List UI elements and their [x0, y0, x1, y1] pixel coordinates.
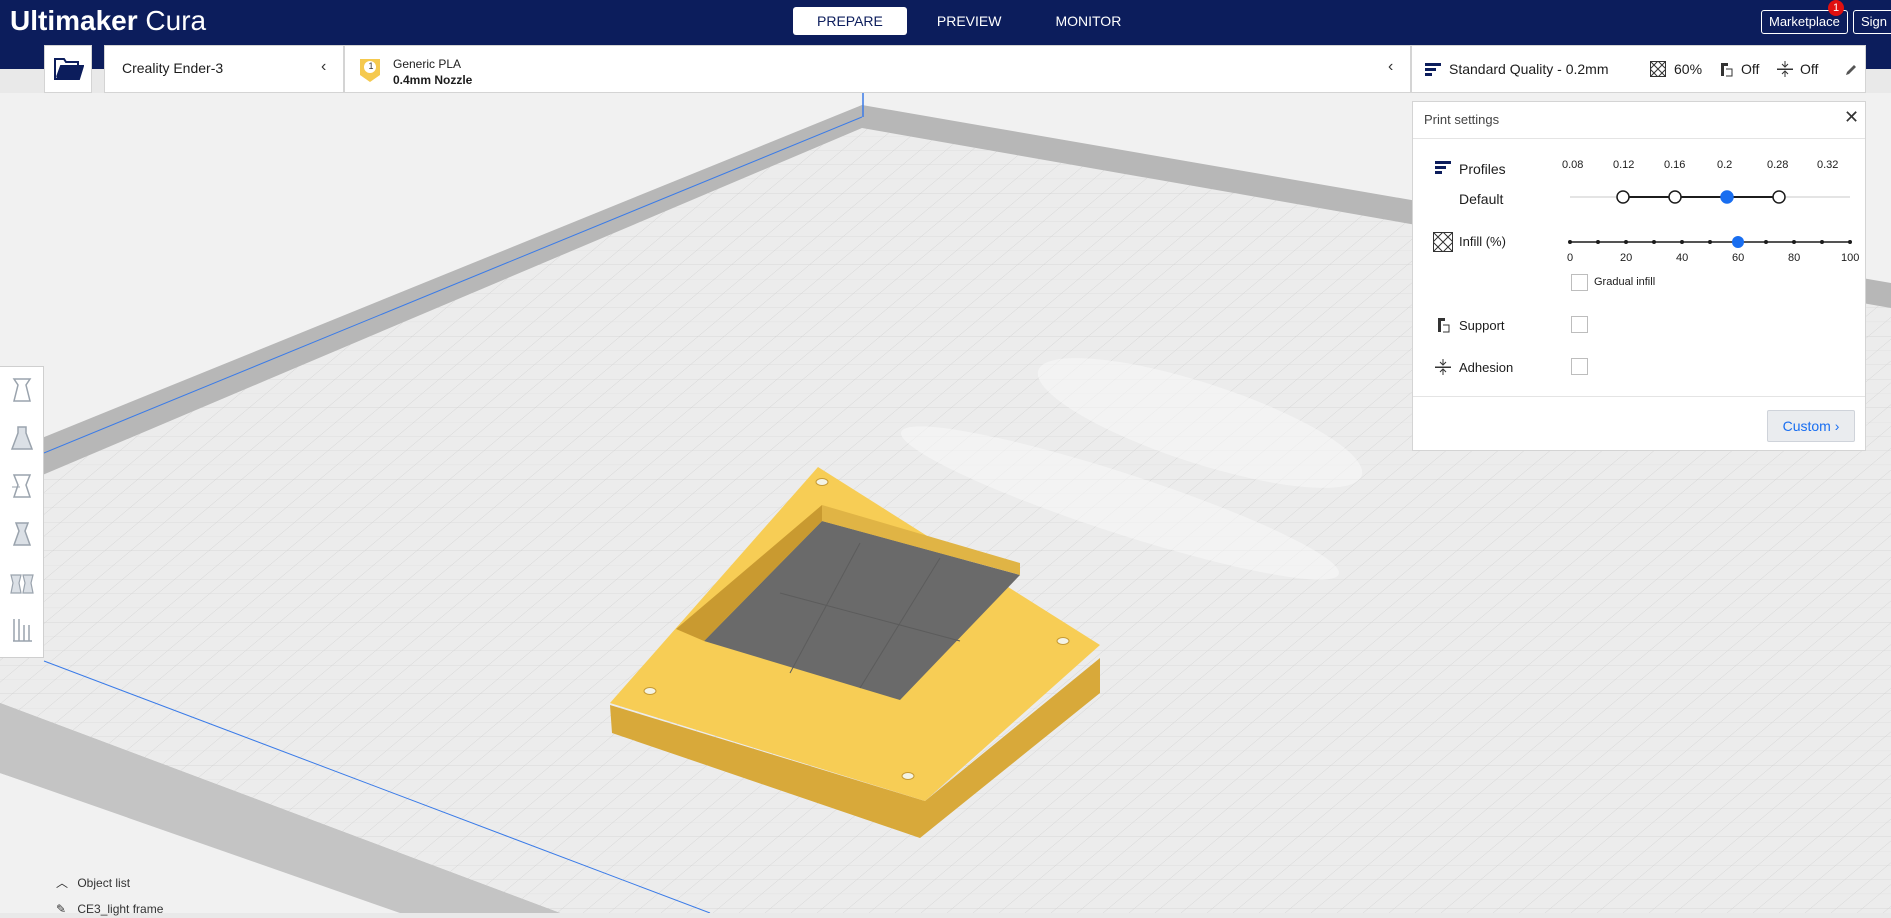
layer-height-label: 0.08 — [1562, 159, 1584, 171]
infill-tick-label: 0 — [1567, 252, 1574, 264]
quality-summary: Standard Quality - 0.2mm — [1449, 61, 1609, 77]
print-settings-title: Print settings — [1424, 112, 1500, 127]
support-label: Support — [1459, 318, 1505, 333]
profiles-label: Profiles — [1459, 161, 1506, 177]
layer-height-label: 0.12 — [1613, 159, 1635, 171]
object-list-toggle[interactable]: ︿ Object list — [56, 874, 130, 891]
close-icon[interactable]: ✕ — [1844, 107, 1859, 128]
infill-slider-handle[interactable] — [1732, 236, 1744, 248]
layer-height-handle[interactable] — [1668, 190, 1682, 204]
adhesion-icon — [1777, 61, 1793, 77]
printer-name: Creality Ender-3 — [122, 60, 224, 76]
profiles-icon — [1435, 161, 1451, 174]
infill-tick — [1848, 240, 1852, 244]
object-list-file[interactable]: ✎ CE3_light frame — [56, 902, 163, 916]
infill-tick-label: 60 — [1732, 252, 1745, 264]
move-icon — [12, 378, 32, 402]
infill-tick-label: 80 — [1788, 252, 1801, 264]
brand-suffix: Cura — [137, 5, 207, 36]
object-file-name: CE3_light frame — [77, 902, 164, 916]
nozzle-size: 0.4mm Nozzle — [393, 73, 473, 87]
infill-tick — [1820, 240, 1824, 244]
tab-preview[interactable]: PREVIEW — [913, 7, 1026, 35]
support-icon — [1721, 63, 1733, 77]
pencil-icon[interactable] — [1844, 63, 1858, 77]
scale-tool-button[interactable] — [7, 423, 37, 453]
infill-icon — [1650, 61, 1666, 77]
print-settings-header: Print settings ✕ — [1413, 102, 1865, 139]
tools-toolbar — [0, 366, 44, 658]
material-name: Generic PLA — [393, 57, 462, 71]
top-bar: Ultimaker Cura PREPARE PREVIEW MONITOR M… — [0, 0, 1891, 45]
folder-icon — [54, 58, 84, 80]
chevron-right-icon: › — [1834, 418, 1840, 434]
material-selector[interactable]: 1 Generic PLA 0.4mm Nozzle ‹ — [344, 45, 1411, 93]
move-tool-button[interactable] — [7, 375, 37, 405]
marketplace-badge: 1 — [1828, 0, 1844, 16]
custom-settings-button[interactable]: Custom › — [1767, 410, 1855, 442]
infill-tick — [1680, 240, 1684, 244]
tab-prepare[interactable]: PREPARE — [793, 7, 907, 35]
infill-tick — [1596, 240, 1600, 244]
pencil-icon: ✎ — [56, 902, 67, 916]
layer-height-slider[interactable] — [1565, 187, 1855, 207]
profile-name: Default — [1459, 191, 1504, 207]
quality-icon — [1425, 63, 1441, 76]
adhesion-checkbox[interactable] — [1571, 358, 1588, 375]
infill-tick-label: 40 — [1676, 252, 1689, 264]
layer-height-handle-selected[interactable] — [1720, 190, 1734, 204]
chevron-left-icon: ‹ — [1388, 58, 1394, 75]
adhesion-icon — [1435, 359, 1451, 375]
extruder-number: 1 — [368, 61, 374, 71]
app-logo: Ultimaker Cura — [10, 4, 206, 38]
support-summary: Off — [1741, 61, 1760, 77]
per-model-settings-button[interactable] — [7, 567, 37, 597]
infill-tick — [1652, 240, 1656, 244]
infill-tick — [1792, 240, 1796, 244]
chevron-left-icon: ‹ — [321, 58, 327, 75]
brand-name: Ultimaker — [10, 5, 138, 36]
gradual-infill-label: Gradual infill — [1594, 276, 1656, 288]
open-file-button[interactable] — [44, 45, 92, 93]
printer-selector[interactable]: Creality Ender-3 ‹ — [104, 45, 344, 93]
infill-summary: 60% — [1674, 61, 1703, 77]
layer-height-handle[interactable] — [1772, 190, 1786, 204]
infill-icon — [1433, 232, 1453, 252]
scale-icon — [10, 426, 34, 450]
support-blocker-icon — [13, 619, 32, 642]
infill-label: Infill (%) — [1459, 234, 1506, 249]
support-checkbox[interactable] — [1571, 316, 1588, 333]
layer-height-label: 0.2 — [1717, 159, 1733, 171]
rotate-icon — [12, 474, 32, 498]
support-blocker-button[interactable] — [7, 615, 37, 645]
layer-height-label: 0.28 — [1767, 159, 1789, 171]
infill-tick — [1708, 240, 1712, 244]
adhesion-summary: Off — [1800, 61, 1819, 77]
print-settings-divider — [1413, 396, 1865, 397]
per-model-settings-icon — [10, 574, 34, 594]
support-icon — [1438, 318, 1450, 333]
infill-tick — [1624, 240, 1628, 244]
infill-tick-label: 20 — [1620, 252, 1633, 264]
infill-tick — [1764, 240, 1768, 244]
mirror-tool-button[interactable] — [7, 519, 37, 549]
infill-slider[interactable] — [1565, 232, 1855, 252]
rotate-tool-button[interactable] — [7, 471, 37, 501]
chevron-up-icon: ︿ — [56, 876, 69, 890]
gradual-infill-checkbox[interactable] — [1571, 274, 1588, 291]
layer-height-label: 0.16 — [1664, 159, 1686, 171]
layer-height-handle[interactable] — [1616, 190, 1630, 204]
sign-in-button[interactable]: Sign in — [1853, 10, 1891, 34]
print-settings-selector[interactable]: Standard Quality - 0.2mm 60% Off Off — [1411, 45, 1866, 93]
mirror-icon — [12, 522, 32, 546]
adhesion-label: Adhesion — [1459, 360, 1514, 375]
layer-height-label: 0.32 — [1817, 159, 1839, 171]
infill-tick — [1568, 240, 1572, 244]
tab-monitor[interactable]: MONITOR — [1031, 7, 1145, 35]
stage-tabs: PREPARE PREVIEW MONITOR — [793, 7, 1145, 35]
print-settings-panel: Print settings ✕ Profiles Default 0.08 0.… — [1412, 101, 1866, 451]
infill-tick-label: 100 — [1841, 252, 1860, 264]
custom-button-label: Custom — [1782, 418, 1831, 434]
object-list-label: Object list — [77, 876, 131, 890]
